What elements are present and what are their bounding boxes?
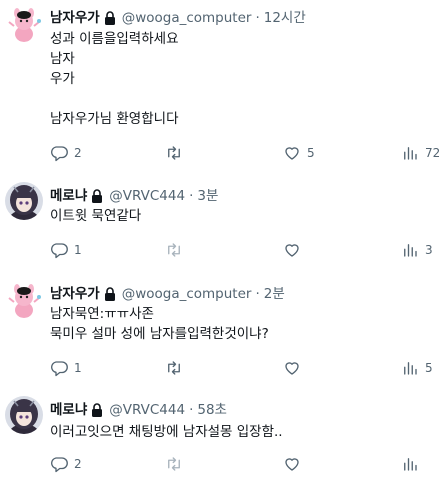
separator-dot: · — [255, 286, 260, 302]
like-button[interactable] — [283, 358, 307, 378]
reply-count: 2 — [74, 146, 82, 160]
retweet-button[interactable] — [165, 143, 189, 163]
like-button[interactable]: 5 — [283, 143, 315, 163]
action-bar: 2 5 72 — [50, 143, 439, 163]
action-bar: 1 5 — [50, 358, 439, 378]
views-button[interactable]: 72 — [401, 143, 439, 163]
tweet-text: 이트윗 묵연같다 — [50, 206, 141, 226]
reply-button[interactable]: 2 — [50, 143, 82, 163]
avatar-pink-character[interactable] — [5, 280, 43, 318]
heart-icon — [285, 362, 299, 375]
timestamp[interactable]: 2분 — [264, 285, 285, 303]
view-count: 72 — [425, 146, 439, 160]
view-count: 3 — [425, 243, 433, 257]
like-button[interactable] — [283, 240, 307, 260]
tweet-text-line: 이러고잇으면 채팅방에 남자설몽 입장함.. — [50, 424, 283, 440]
action-bar: 2 — [50, 454, 439, 474]
lock-icon — [104, 11, 116, 25]
tweet-0[interactable]: 남자우가 @wooga_computer · 12시간 성과 이름을입력하세요 … — [0, 0, 439, 170]
tweet-text-line: 이트윗 묵연같다 — [50, 208, 142, 224]
views-button[interactable]: 5 — [401, 358, 433, 378]
tweet-text-line: 남자묵연:ㅠㅠ사존 — [50, 306, 154, 322]
tweet-2[interactable]: 남자우가 @wooga_computer · 2분 남자묵연:ㅠㅠ사존 묵미우 … — [0, 276, 439, 386]
retweet-icon — [168, 361, 180, 375]
timestamp[interactable]: 3분 — [197, 187, 218, 205]
action-bar: 1 3 — [50, 240, 439, 260]
reply-icon — [50, 361, 68, 377]
reply-button[interactable]: 2 — [50, 454, 82, 474]
reply-count: 1 — [74, 243, 82, 257]
tweet-1[interactable]: 메로냐 @VRVC444 · 3분 이트윗 묵연같다 1 3 — [0, 178, 439, 268]
heart-icon — [285, 147, 299, 160]
analytics-icon — [404, 244, 417, 257]
tweet-header: 메로냐 @VRVC444 · 58초 — [50, 401, 227, 419]
user-handle[interactable]: @VRVC444 — [109, 187, 185, 205]
user-handle[interactable]: @wooga_computer — [122, 9, 252, 27]
retweet-icon — [168, 243, 180, 257]
retweet-icon — [168, 457, 180, 471]
separator-dot: · — [189, 402, 194, 418]
reply-icon — [50, 146, 68, 162]
lock-icon — [104, 287, 116, 301]
views-button[interactable] — [401, 454, 425, 474]
tweet-text-line: 성과 이름을입력하세요 — [50, 31, 179, 47]
tweet-3[interactable]: 메로냐 @VRVC444 · 58초 이러고잇으면 채팅방에 남자설몽 입장함.… — [0, 392, 439, 484]
display-name[interactable]: 남자우가 — [50, 9, 100, 27]
heart-icon — [285, 244, 299, 257]
display-name[interactable]: 남자우가 — [50, 285, 100, 303]
tweet-text-line: 묵미우 설마 성에 남자를입력한것이냐? — [50, 326, 269, 342]
avatar-dark-hair-character[interactable] — [5, 182, 43, 220]
tweet-header: 메로냐 @VRVC444 · 3분 — [50, 187, 218, 205]
tweet-header: 남자우가 @wooga_computer · 2분 — [50, 285, 285, 303]
analytics-icon — [404, 362, 417, 375]
tweet-text: 남자묵연:ㅠㅠ사존 묵미우 설마 성에 남자를입력한것이냐? — [50, 304, 269, 344]
reply-count: 2 — [74, 457, 82, 471]
retweet-button[interactable] — [165, 358, 189, 378]
timestamp[interactable]: 58초 — [197, 401, 227, 419]
tweet-text-line: 남자 — [50, 51, 75, 67]
tweet-text: 이러고잇으면 채팅방에 남자설몽 입장함.. — [50, 422, 283, 442]
retweet-button[interactable] — [165, 240, 189, 260]
reply-count: 1 — [74, 361, 82, 375]
reply-button[interactable]: 1 — [50, 358, 82, 378]
reply-button[interactable]: 1 — [50, 240, 82, 260]
user-handle[interactable]: @wooga_computer — [122, 285, 252, 303]
views-button[interactable]: 3 — [401, 240, 433, 260]
reply-icon — [50, 457, 68, 473]
retweet-icon — [168, 146, 180, 160]
separator-dot: · — [189, 188, 194, 204]
tweet-thread: 남자우가 @wooga_computer · 12시간 성과 이름을입력하세요 … — [0, 0, 439, 484]
like-count: 5 — [307, 146, 315, 160]
tweet-text-line: 남자우가님 환영합니다 — [50, 111, 179, 127]
reply-icon — [50, 243, 68, 259]
timestamp[interactable]: 12시간 — [264, 9, 306, 27]
analytics-icon — [404, 147, 417, 160]
tweet-header: 남자우가 @wooga_computer · 12시간 — [50, 9, 306, 27]
retweet-button[interactable] — [165, 454, 189, 474]
analytics-icon — [404, 458, 417, 471]
tweet-text-line — [50, 89, 179, 109]
avatar-dark-hair-character[interactable] — [5, 396, 43, 434]
heart-icon — [285, 458, 299, 471]
display-name[interactable]: 메로냐 — [50, 401, 87, 419]
view-count: 5 — [425, 361, 433, 375]
tweet-text: 성과 이름을입력하세요 남자 우가 남자우가님 환영합니다 — [50, 29, 179, 129]
separator-dot: · — [255, 10, 260, 26]
lock-icon — [91, 189, 103, 203]
like-button[interactable] — [283, 454, 307, 474]
lock-icon — [91, 403, 103, 417]
user-handle[interactable]: @VRVC444 — [109, 401, 185, 419]
avatar-pink-character[interactable] — [5, 4, 43, 42]
display-name[interactable]: 메로냐 — [50, 187, 87, 205]
tweet-text-line: 우가 — [50, 71, 75, 87]
